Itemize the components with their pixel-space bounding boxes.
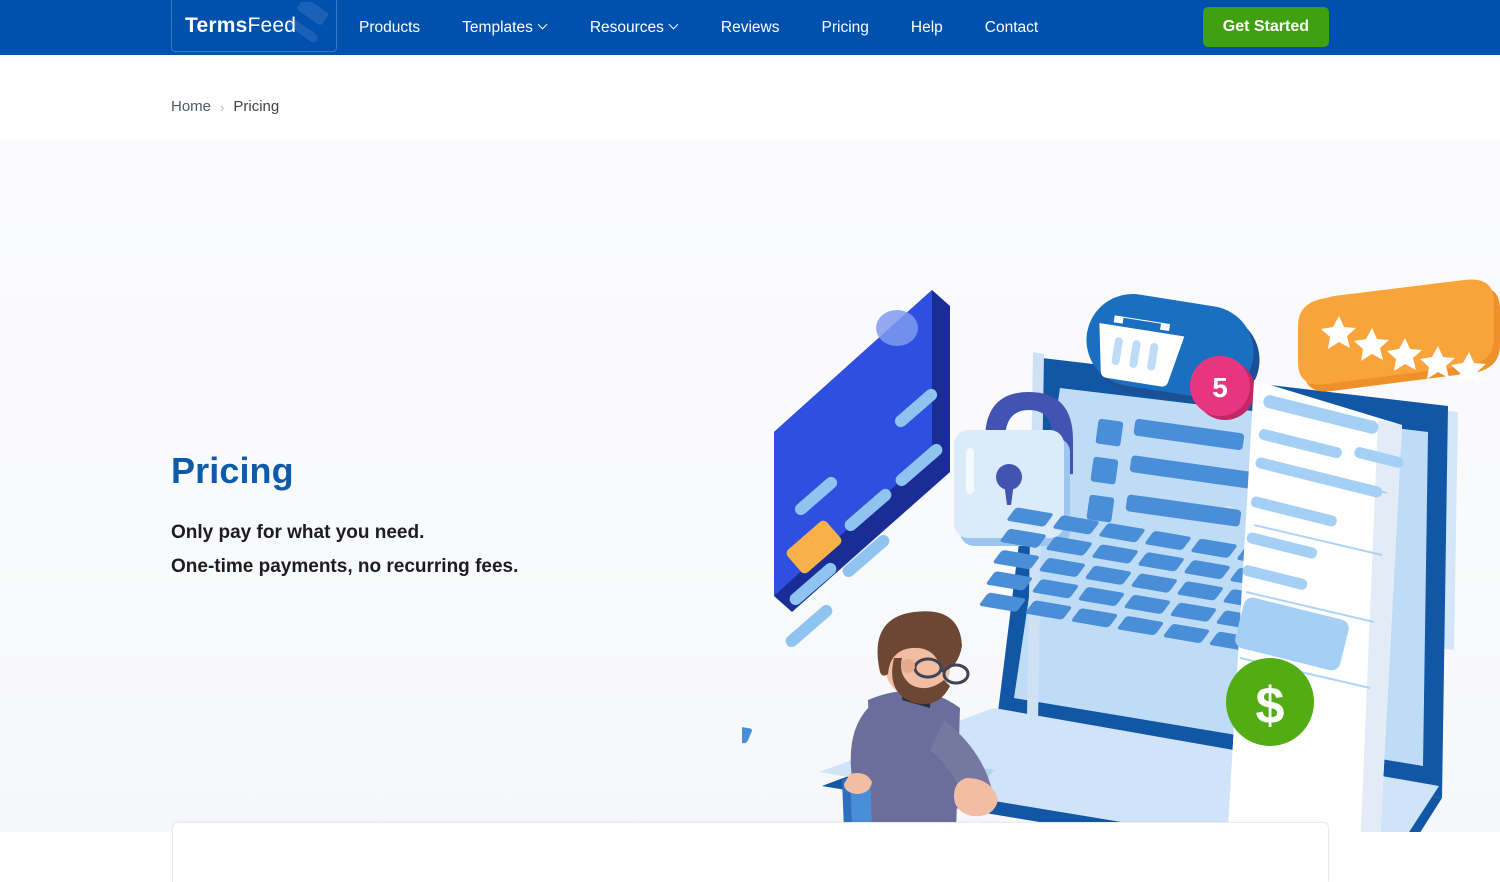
nav-item-reviews[interactable]: Reviews — [721, 19, 801, 37]
breadcrumb-link-home[interactable]: Home — [171, 98, 211, 116]
hero-subtitle: Only pay for what you need. One-time pay… — [171, 516, 731, 584]
nav-label: Templates — [462, 18, 533, 36]
cart-count-value: 5 — [1212, 372, 1228, 403]
nav-label: Reviews — [720, 18, 780, 36]
logo-wordmark: TermsFeed — [185, 14, 296, 38]
credit-card — [774, 290, 950, 648]
logo-word-terms: Terms — [185, 14, 248, 37]
main-navigation: Products Templates Resources Reviews Pri… — [359, 0, 1038, 55]
breadcrumb-bar: Home › Pricing — [0, 55, 1500, 140]
nav-item-help[interactable]: Help — [911, 19, 964, 37]
nav-item-templates[interactable]: Templates — [462, 19, 569, 37]
nav-label: Resources — [589, 18, 664, 36]
logo-word-feed: Feed — [247, 14, 297, 37]
page-title: Pricing — [171, 450, 294, 491]
nav-item-contact[interactable]: Contact — [985, 19, 1038, 37]
get-started-button[interactable]: Get Started — [1202, 7, 1329, 47]
breadcrumb: Home › Pricing — [171, 98, 279, 116]
nav-label: Pricing — [821, 18, 869, 36]
screen-checklist — [1086, 418, 1260, 527]
five-star-review-bubble — [1298, 279, 1500, 392]
ecommerce-checkout-illustration: 5 $ — [742, 180, 1500, 832]
nav-item-pricing[interactable]: Pricing — [822, 19, 890, 37]
site-header: TermsFeed Products Templates Resources R… — [0, 0, 1500, 55]
nav-label: Contact — [984, 18, 1039, 36]
receipt-document: $ — [1226, 380, 1404, 832]
svg-text:$: $ — [1256, 677, 1285, 735]
hero-copy: Pricing Only pay for what you need. One-… — [171, 450, 731, 584]
nav-item-products[interactable]: Products — [359, 19, 441, 37]
dollar-coin-icon: $ — [1226, 658, 1314, 746]
hero-section: Pricing Only pay for what you need. One-… — [0, 140, 1500, 832]
nav-item-resources[interactable]: Resources — [590, 19, 700, 37]
breadcrumb-current-pricing: Pricing — [233, 98, 280, 115]
hero-subtitle-line-2: One-time payments, no recurring fees. — [171, 556, 519, 577]
chevron-down-icon — [539, 21, 548, 30]
nav-label: Products — [359, 18, 421, 36]
padlock-icon — [954, 392, 1073, 546]
chevron-right-icon: › — [220, 99, 225, 115]
hero-subtitle-line-1: Only pay for what you need. — [171, 522, 425, 543]
pricing-panel-card — [172, 822, 1329, 882]
chevron-down-icon — [670, 21, 679, 30]
logo-termsfeed[interactable]: TermsFeed — [171, 0, 337, 52]
nav-label: Help — [910, 18, 943, 36]
